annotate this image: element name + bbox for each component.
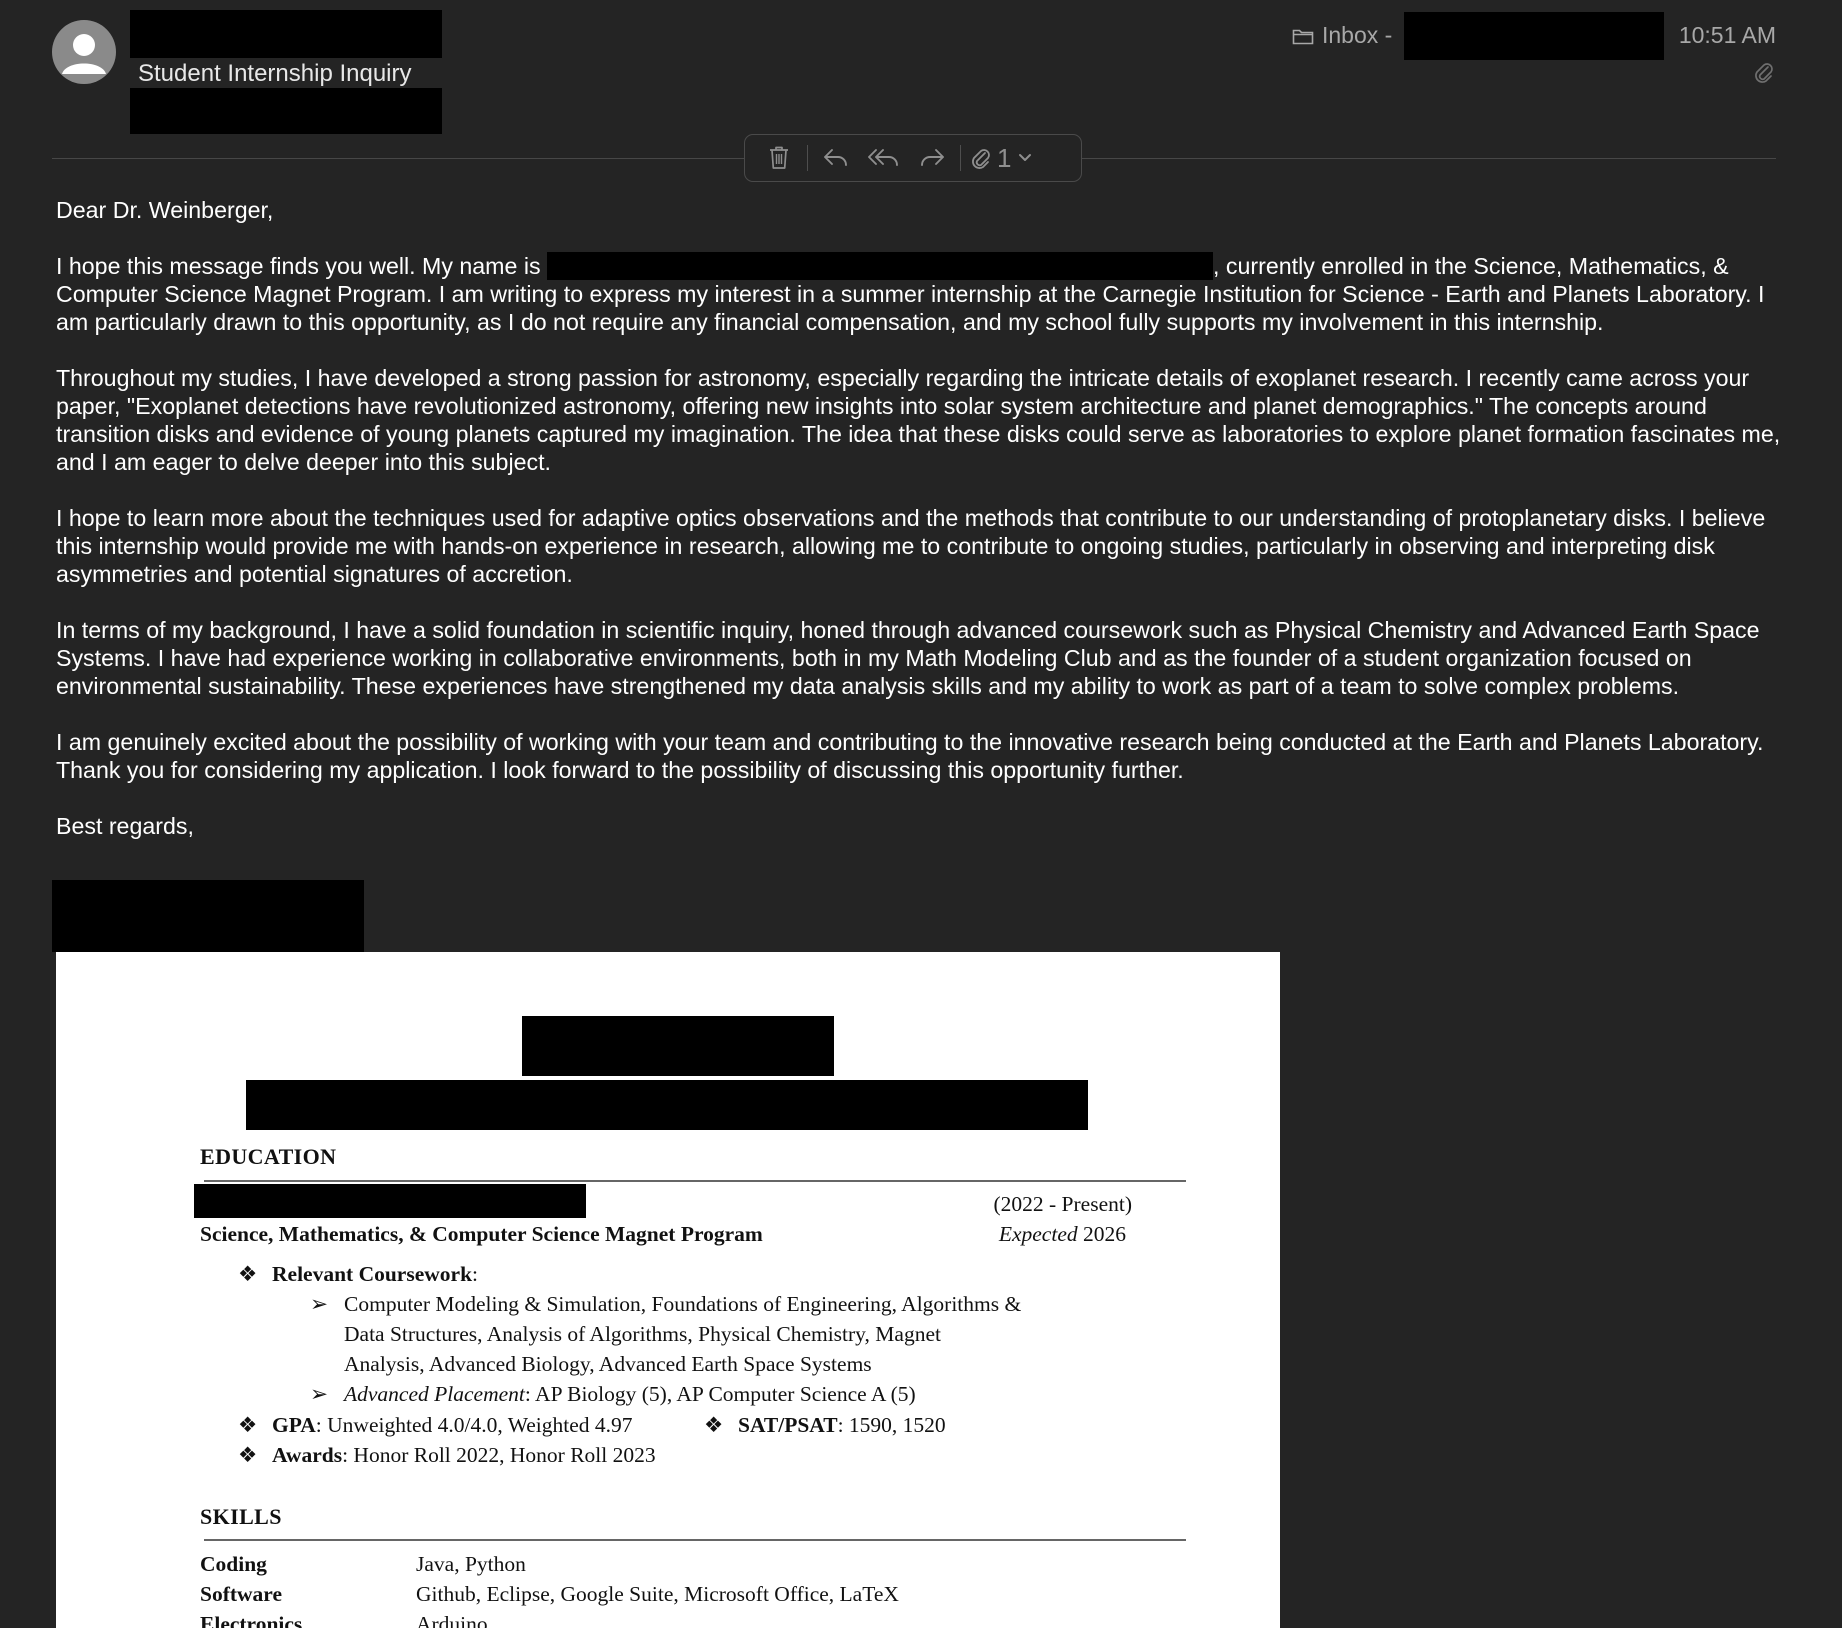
gpa-item: ❖ GPA: Unweighted 4.0/4.0, Weighted 4.97 [238, 1413, 633, 1438]
sender-avatar [52, 20, 116, 84]
sign-off: Best regards, [56, 813, 194, 839]
coursework-line-3: Analysis, Advanced Biology, Advanced Ear… [344, 1352, 872, 1376]
forward-button[interactable] [908, 138, 956, 178]
trash-icon [770, 146, 788, 169]
advanced-placement-line: ➢ Advanced Placement: AP Biology (5), AP … [310, 1382, 916, 1407]
gpa-value: : Unweighted 4.0/4.0, Weighted 4.97 [315, 1413, 633, 1437]
ap-label: Advanced Placement [344, 1382, 525, 1406]
diamond-bullet-icon: ❖ [238, 1443, 258, 1467]
attachment-count: 1 [997, 142, 1012, 173]
reply-button[interactable] [812, 138, 860, 178]
reply-all-button[interactable] [860, 138, 908, 178]
diamond-bullet-icon: ❖ [238, 1262, 258, 1286]
expected-graduation: Expected 2026 [999, 1222, 1126, 1247]
reply-icon [824, 149, 847, 166]
redacted-school [194, 1184, 586, 1218]
paragraph-passion: Throughout my studies, I have developed … [56, 365, 1781, 475]
paragraph-goals: I hope to learn more about the technique… [56, 505, 1766, 587]
coursework-line-1: ➢ Computer Modeling & Simulation, Foundat… [310, 1292, 1021, 1317]
coursework-line-2: Data Structures, Analysis of Algorithms,… [344, 1322, 941, 1346]
sat-label: SAT/PSAT [738, 1413, 838, 1437]
redacted-name [547, 252, 1214, 280]
paragraph-intro: I hope this message finds you well. My n… [56, 252, 1796, 336]
mailbox-indicator[interactable]: Inbox - [1292, 22, 1392, 49]
ap-value: : AP Biology (5), AP Computer Science A … [524, 1382, 916, 1406]
skill-value: Java, Python [416, 1552, 526, 1576]
paperclip-icon [972, 149, 990, 169]
delete-button[interactable] [755, 138, 803, 178]
skills-heading: SKILLS [200, 1504, 282, 1529]
redacted-recipient [130, 88, 442, 134]
email-body: Dear Dr. Weinberger, I hope this message… [56, 196, 1796, 868]
toolbar-separator [807, 145, 808, 171]
arrow-bullet-icon: ➢ [310, 1382, 329, 1406]
redacted-sender [130, 10, 442, 58]
sat-value: : 1590, 1520 [837, 1413, 946, 1437]
resume-attachment-preview[interactable]: EDUCATION (2022 - Present) Science, Math… [56, 952, 1280, 1628]
arrow-bullet-icon: ➢ [310, 1292, 329, 1316]
paragraph-background: In terms of my background, I have a soli… [56, 617, 1760, 699]
sat-item: ❖ SAT/PSAT: 1590, 1520 [704, 1413, 946, 1438]
redacted-resume-contact [246, 1080, 1088, 1130]
paragraph-closing: I am genuinely excited about the possibi… [56, 729, 1764, 783]
education-dates: (2022 - Present) [993, 1192, 1132, 1216]
section-rule [204, 1180, 1186, 1182]
intro-before-name: I hope this message finds you well. My n… [56, 253, 548, 279]
toolbar-separator [960, 145, 961, 171]
forward-icon [921, 149, 944, 166]
diamond-bullet-icon: ❖ [704, 1413, 724, 1437]
redacted-account [1404, 12, 1664, 60]
mailbox-label: Inbox - [1322, 22, 1393, 48]
skill-label: Electronics [200, 1612, 303, 1628]
gpa-label: GPA [272, 1413, 316, 1437]
coursework-label: Relevant Coursework [272, 1262, 473, 1286]
skill-label: Software [200, 1582, 283, 1606]
redacted-resume-name [522, 1016, 834, 1076]
skill-label: Coding [200, 1552, 267, 1576]
person-icon [62, 34, 106, 74]
attachment-indicator-icon [1752, 60, 1774, 89]
reply-all-icon [868, 149, 898, 166]
redacted-signature [52, 880, 364, 952]
diamond-bullet-icon: ❖ [238, 1413, 258, 1437]
greeting: Dear Dr. Weinberger, [56, 197, 274, 223]
folder-icon [1292, 29, 1314, 44]
coursework-item: ❖ Relevant Coursework: [238, 1262, 479, 1286]
message-toolbar: 1 [744, 134, 1082, 182]
expected-label: Expected [998, 1222, 1078, 1246]
awards-value: : Honor Roll 2022, Honor Roll 2023 [342, 1443, 656, 1467]
chevron-down-icon [1019, 154, 1032, 161]
skill-value: Arduino [416, 1612, 488, 1628]
awards-label: Awards [272, 1443, 343, 1467]
email-subject: Student Internship Inquiry [138, 60, 412, 87]
coursework-text-1: Computer Modeling & Simulation, Foundati… [344, 1292, 1022, 1316]
attachments-menu-button[interactable]: 1 [969, 143, 1033, 174]
section-rule [204, 1539, 1186, 1541]
expected-year: 2026 [1083, 1222, 1126, 1246]
awards-item: ❖ Awards: Honor Roll 2022, Honor Roll 202… [238, 1443, 656, 1468]
skill-value: Github, Eclipse, Google Suite, Microsoft… [416, 1582, 899, 1606]
program-name: Science, Mathematics, & Computer Science… [200, 1222, 763, 1246]
received-time: 10:51 AM [1678, 22, 1776, 48]
education-heading: EDUCATION [200, 1144, 337, 1169]
